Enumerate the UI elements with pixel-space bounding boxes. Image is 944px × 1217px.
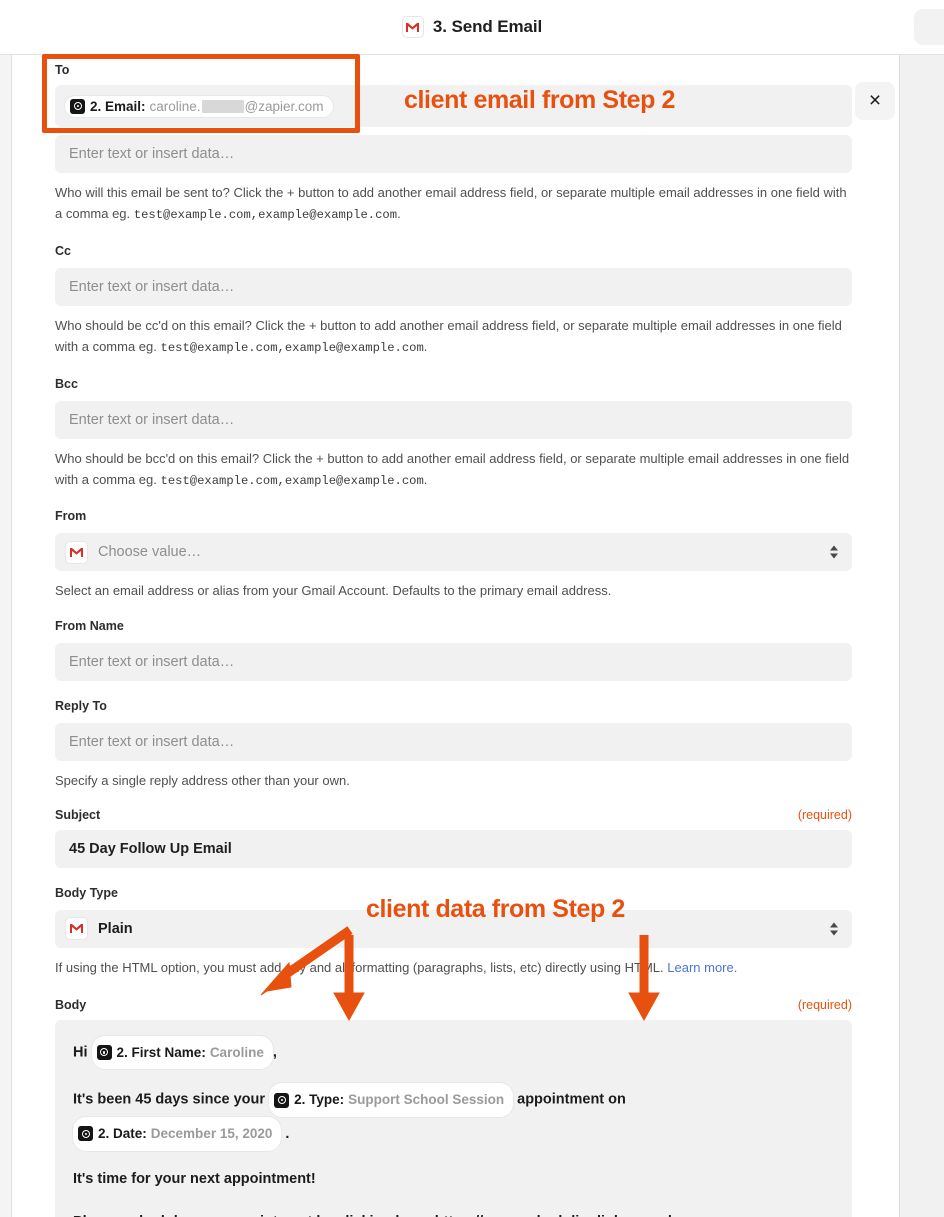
from-label: From bbox=[55, 509, 87, 524]
from-name-label: From Name bbox=[55, 619, 124, 634]
data-token-type[interactable]: 2. Type: Support School Session bbox=[269, 1083, 514, 1117]
body-line2-middle: appointment on bbox=[517, 1091, 626, 1108]
token-label: 2. Date: bbox=[98, 1125, 147, 1141]
to-label: To bbox=[55, 63, 70, 77]
cc-help-text: Who should be cc'd on this email? Click … bbox=[55, 315, 855, 359]
to-secondary-placeholder: Enter text or insert data… bbox=[69, 146, 235, 162]
field-from: From Choose value… Select an email addre… bbox=[13, 507, 899, 601]
body-type-help-text: If using the HTML option, you must add a… bbox=[55, 957, 855, 978]
bcc-help-text: Who should be bcc'd on this email? Click… bbox=[55, 448, 855, 492]
body-type-label: Body Type bbox=[55, 885, 118, 900]
body-line1-prefix: Hi bbox=[73, 1044, 88, 1061]
field-from-name: From Name Enter text or insert data… bbox=[13, 617, 899, 682]
token-label: 2. Type: bbox=[294, 1092, 345, 1108]
bcc-help-code: test@example.com,example@example.com bbox=[160, 473, 424, 488]
body-line1-suffix: , bbox=[272, 1044, 277, 1061]
page-title: 3. Send Email bbox=[432, 17, 543, 36]
from-name-input[interactable]: Enter text or insert data… bbox=[55, 643, 852, 682]
field-subject: Subject (required) 45 Day Follow Up Emai… bbox=[13, 808, 899, 868]
body-line-2: It's been 45 days since your 2. Type: Su… bbox=[73, 1083, 834, 1151]
reply-to-placeholder: Enter text or insert data… bbox=[69, 734, 235, 751]
reply-to-help-text: Specify a single reply address other tha… bbox=[55, 773, 350, 789]
body-type-selected-value: Plain bbox=[98, 920, 133, 937]
token-value: December 15, 2020 bbox=[150, 1125, 273, 1141]
subject-value: 45 Day Follow Up Email bbox=[69, 840, 232, 857]
bcc-label: Bcc bbox=[55, 376, 78, 391]
body-label: Body bbox=[55, 997, 87, 1012]
to-help-text: Who will this email be sent to? Click th… bbox=[55, 182, 855, 226]
gmail-icon bbox=[65, 917, 88, 941]
token-value: Caroline bbox=[209, 1044, 264, 1060]
body-type-help-main: If using the HTML option, you must add a… bbox=[55, 959, 668, 975]
subject-label: Subject bbox=[55, 807, 101, 822]
right-panel-strip bbox=[899, 55, 944, 1217]
zapier-gmail-send-email-step: 3. Send Email To 2. Email: caroline. @zap… bbox=[0, 0, 944, 1217]
bcc-placeholder: Enter text or insert data… bbox=[69, 411, 235, 428]
body-line2-prefix: It's been 45 days since your bbox=[73, 1091, 266, 1108]
gmail-icon bbox=[401, 16, 424, 38]
left-rail bbox=[0, 55, 12, 1217]
bcc-help-tail: . bbox=[423, 471, 428, 487]
body-line-4: Please schedule your appointment by clic… bbox=[73, 1208, 834, 1217]
from-help-text: Select an email address or alias from yo… bbox=[55, 583, 612, 599]
token-value-prefix: caroline. bbox=[149, 98, 201, 114]
cc-input[interactable]: Enter text or insert data… bbox=[55, 267, 852, 306]
field-to: To 2. Email: caroline. @zapier.com Enter … bbox=[13, 63, 899, 226]
body-textarea[interactable]: Hi 2. First Name: Caroline , It's been 4… bbox=[55, 1019, 852, 1217]
to-input[interactable]: 2. Email: caroline. @zapier.com bbox=[55, 85, 852, 127]
to-help-tail: . bbox=[397, 206, 401, 222]
bcc-input[interactable]: Enter text or insert data… bbox=[55, 400, 852, 439]
step-header: 3. Send Email bbox=[0, 0, 944, 55]
from-select[interactable]: Choose value… bbox=[55, 533, 852, 572]
token-label: 2. First Name: bbox=[116, 1044, 206, 1060]
send-email-form: To 2. Email: caroline. @zapier.com Enter … bbox=[13, 55, 899, 1217]
learn-more-link[interactable]: Learn more. bbox=[667, 960, 737, 975]
chevron-updown-icon bbox=[830, 922, 838, 936]
token-value-suffix: @zapier.com bbox=[244, 98, 324, 114]
cc-label: Cc bbox=[55, 243, 71, 258]
data-token-icon bbox=[78, 1126, 93, 1142]
body-line2-suffix: . bbox=[285, 1125, 290, 1142]
token-label: 2. Email: bbox=[90, 98, 146, 114]
header-overflow-button[interactable] bbox=[914, 9, 944, 45]
close-button[interactable]: × bbox=[855, 82, 895, 120]
field-reply-to: Reply To Enter text or insert data… Spec… bbox=[13, 697, 899, 791]
body-label-row: Body (required) bbox=[55, 998, 852, 1012]
subject-required-badge: (required) bbox=[797, 807, 852, 822]
subject-label-row: Subject (required) bbox=[55, 808, 852, 822]
body-required-badge: (required) bbox=[797, 997, 852, 1012]
from-name-placeholder: Enter text or insert data… bbox=[69, 654, 235, 671]
field-bcc: Bcc Enter text or insert data… Who shoul… bbox=[13, 375, 899, 492]
data-token-icon bbox=[70, 98, 85, 114]
data-token-first-name[interactable]: 2. First Name: Caroline bbox=[91, 1035, 273, 1070]
cc-help-code: test@example.com,example@example.com bbox=[160, 340, 424, 355]
data-token-date[interactable]: 2. Date: December 15, 2020 bbox=[73, 1116, 282, 1151]
cc-placeholder: Enter text or insert data… bbox=[69, 278, 235, 295]
field-body-type: Body Type Plain If using the HTML option… bbox=[13, 884, 899, 978]
gmail-icon bbox=[65, 540, 88, 564]
body-type-select[interactable]: Plain bbox=[55, 909, 852, 948]
data-token-email[interactable]: 2. Email: caroline. @zapier.com bbox=[65, 95, 333, 117]
from-selected-value: Choose value… bbox=[98, 544, 202, 561]
reply-to-input[interactable]: Enter text or insert data… bbox=[55, 723, 852, 762]
subject-input[interactable]: 45 Day Follow Up Email bbox=[55, 829, 852, 868]
chevron-updown-icon bbox=[830, 545, 838, 559]
to-secondary-input[interactable]: Enter text or insert data… bbox=[55, 135, 852, 173]
data-token-icon bbox=[96, 1044, 112, 1060]
to-help-code: test@example.com,example@example.com bbox=[133, 208, 398, 223]
to-label-row: To bbox=[55, 63, 857, 77]
redaction-block bbox=[201, 99, 244, 113]
step-title-group: 3. Send Email bbox=[401, 16, 543, 38]
reply-to-label: Reply To bbox=[55, 699, 107, 714]
body-line-1: Hi 2. First Name: Caroline , bbox=[73, 1035, 834, 1070]
field-body: Body (required) Hi 2. First Name: Caroli… bbox=[13, 998, 899, 1217]
data-token-icon bbox=[274, 1092, 290, 1108]
field-cc: Cc Enter text or insert data… Who should… bbox=[13, 242, 899, 359]
token-value: Support School Session bbox=[348, 1092, 505, 1108]
body-line-3: It's time for your next appointment! bbox=[73, 1170, 316, 1187]
cc-help-tail: . bbox=[423, 338, 428, 354]
